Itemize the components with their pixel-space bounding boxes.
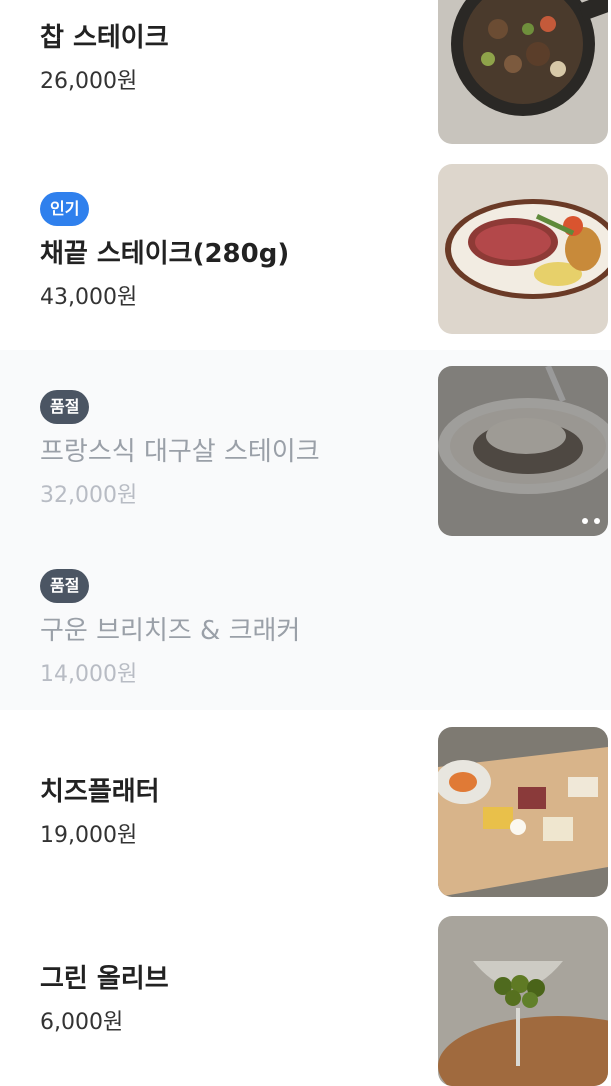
menu-item[interactable]: 치즈플래터 19,000원 [0, 710, 611, 905]
sirloin-steak-photo[interactable] [438, 164, 608, 334]
menu-item-name: 찹 스테이크 [40, 23, 169, 53]
image-pager-dots [582, 518, 600, 524]
soldout-badge: 품절 [40, 390, 90, 424]
chop-steak-photo[interactable] [438, 0, 608, 144]
menu-item[interactable]: 찹 스테이크 26,000원 [0, 0, 611, 160]
menu-item[interactable]: 품절 구운 브리치즈 & 크래커 14,000원 [0, 545, 611, 710]
green-olive-photo[interactable] [438, 916, 608, 1086]
menu-item-price: 6,000원 [40, 1010, 124, 1035]
cod-steak-photo[interactable] [438, 366, 608, 536]
menu-item[interactable]: 품절 프랑스식 대구살 스테이크 32,000원 [0, 350, 611, 545]
menu-item-price: 26,000원 [40, 69, 138, 94]
pager-dot [582, 518, 588, 524]
menu-item-name: 치즈플래터 [40, 777, 160, 807]
menu-item[interactable]: 그린 올리브 6,000원 [0, 905, 611, 1086]
menu-item[interactable]: 인기 채끝 스테이크(280g) 43,000원 [0, 160, 611, 350]
menu-item-name: 프랑스식 대구살 스테이크 [40, 437, 320, 467]
cheese-platter-photo[interactable] [438, 727, 608, 897]
menu-item-price: 14,000원 [40, 662, 138, 687]
menu-item-price: 43,000원 [40, 285, 138, 310]
menu-item-name: 그린 올리브 [40, 964, 169, 994]
menu-item-price: 19,000원 [40, 823, 138, 848]
pager-dot [594, 518, 600, 524]
soldout-badge: 품절 [40, 569, 90, 603]
menu-item-name: 채끝 스테이크(280g) [40, 239, 290, 269]
popular-badge: 인기 [40, 192, 90, 226]
menu-item-name: 구운 브리치즈 & 크래커 [40, 616, 301, 646]
menu-item-price: 32,000원 [40, 483, 138, 508]
